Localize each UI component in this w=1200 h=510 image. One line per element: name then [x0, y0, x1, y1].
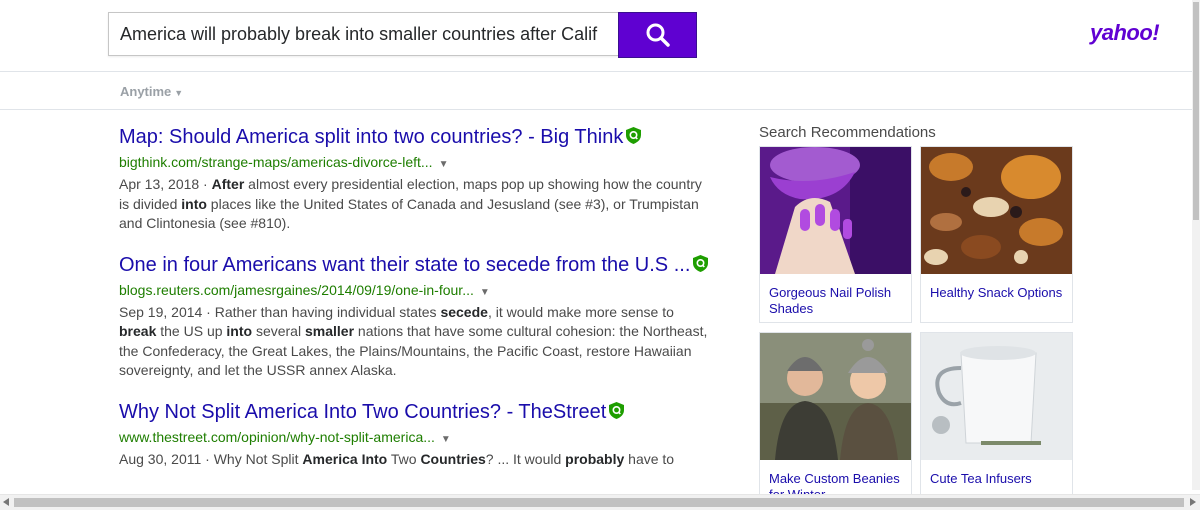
recommendations-title: Search Recommendations: [759, 124, 936, 141]
search-result: Why Not Split America Into Two Countries…: [119, 399, 709, 470]
yahoo-logo[interactable]: yahoo!: [1090, 20, 1160, 46]
vertical-scrollbar[interactable]: [1192, 0, 1200, 490]
result-url-text: bigthink.com/strange-maps/americas-divor…: [119, 154, 433, 170]
search-icon: [646, 23, 670, 47]
search-result: Map: Should America split into two count…: [119, 124, 709, 234]
result-url[interactable]: blogs.reuters.com/jamesrgaines/2014/09/1…: [119, 280, 709, 303]
chevron-down-icon[interactable]: ▼: [439, 159, 449, 170]
snippet-fragment: Countries: [420, 450, 486, 467]
snippet-fragment: into: [181, 195, 207, 212]
result-url-text: blogs.reuters.com/jamesrgaines/2014/09/1…: [119, 281, 474, 298]
chevron-down-icon[interactable]: ▼: [441, 434, 451, 445]
mixed-nuts-image: [921, 147, 1072, 274]
result-url[interactable]: bigthink.com/strange-maps/americas-divor…: [119, 152, 709, 175]
separator: ·: [201, 450, 214, 467]
time-filter-label: Anytime: [120, 84, 172, 99]
result-title-link[interactable]: Map: Should America split into two count…: [119, 124, 709, 150]
snippet-fragment: secede: [440, 303, 488, 320]
search-results: Map: Should America split into two count…: [119, 124, 709, 487]
verified-shield-icon[interactable]: [693, 254, 709, 272]
result-title-link[interactable]: Why Not Split America Into Two Countries…: [119, 399, 709, 425]
scrollbar-thumb[interactable]: [14, 498, 1184, 507]
snippet-fragment: break: [119, 323, 157, 339]
result-snippet: Apr 13, 2018 · After almost every presid…: [119, 175, 709, 234]
snippet-fragment: ? ... It would: [485, 450, 566, 467]
purple-nails-image: [760, 147, 911, 274]
recommendation-label: Cute Tea Infusers: [930, 471, 1032, 486]
recommendation-card[interactable]: Cute Tea Infusers: [920, 332, 1073, 509]
search-box[interactable]: America will probably break into smaller…: [108, 12, 618, 56]
result-snippet: Sep 19, 2014 · Rather than having indivi…: [119, 303, 709, 381]
search-input[interactable]: America will probably break into smaller…: [109, 13, 609, 55]
result-date: Apr 13, 2018: [119, 176, 200, 192]
result-title-text: One in four Americans want their state t…: [119, 253, 691, 276]
result-title-text: Why Not Split America Into Two Countries…: [119, 400, 607, 423]
header: America will probably break into smaller…: [0, 0, 1200, 72]
snippet-fragment: into: [226, 323, 253, 339]
recommendation-label: Gorgeous Nail Polish Shades: [769, 285, 892, 316]
recommendation-label: Healthy Snack Options: [930, 285, 1063, 300]
snippet-fragment: America Into: [302, 450, 388, 467]
scroll-right-arrow-icon[interactable]: [1190, 498, 1196, 506]
snippet-fragment: the US up: [156, 323, 227, 339]
filter-bar: Anytime ▼: [0, 72, 1200, 110]
result-date: Aug 30, 2011: [119, 450, 202, 467]
snippet-fragment: Why Not Split: [213, 450, 303, 467]
snippet-fragment: , it would make more sense to: [487, 303, 674, 320]
snippet-fragment: have to: [624, 450, 675, 467]
scrollbar-thumb[interactable]: [1193, 2, 1199, 220]
couple-beanies-image: [760, 333, 911, 460]
result-title-text: Map: Should America split into two count…: [119, 126, 624, 148]
snippet-fragment: places like the United States of Canada …: [119, 195, 699, 232]
result-date: Sep 19, 2014: [119, 303, 203, 320]
search-button[interactable]: [618, 12, 697, 58]
recommendation-card[interactable]: Make Custom Beanies for Winter: [759, 332, 912, 509]
snippet-fragment: smaller: [304, 323, 355, 339]
snippet-fragment: Two: [387, 450, 421, 467]
recommendation-card[interactable]: Gorgeous Nail Polish Shades: [759, 146, 912, 323]
snippet-fragment: After: [211, 176, 245, 192]
snippet-fragment: probably: [565, 450, 625, 467]
tea-mug-image: [921, 333, 1072, 460]
recommendation-card[interactable]: Healthy Snack Options: [920, 146, 1073, 323]
verified-shield-icon[interactable]: [626, 127, 642, 144]
snippet-fragment: Rather than having individual states: [214, 303, 441, 320]
time-filter-dropdown[interactable]: Anytime ▼: [120, 84, 183, 99]
result-snippet: Aug 30, 2011 · Why Not Split America Int…: [119, 450, 709, 470]
result-title-link[interactable]: One in four Americans want their state t…: [119, 252, 709, 278]
chevron-down-icon[interactable]: ▼: [480, 287, 490, 298]
chevron-down-icon: ▼: [174, 88, 184, 98]
search-result: One in four Americans want their state t…: [119, 252, 709, 381]
scroll-left-arrow-icon[interactable]: [3, 498, 9, 506]
separator: ·: [202, 303, 215, 320]
separator: ·: [199, 176, 212, 192]
result-url[interactable]: www.thestreet.com/opinion/why-not-split-…: [119, 427, 709, 450]
result-url-text: www.thestreet.com/opinion/why-not-split-…: [119, 428, 435, 445]
snippet-fragment: several: [252, 323, 305, 339]
verified-shield-icon[interactable]: [609, 401, 625, 419]
horizontal-scrollbar[interactable]: [0, 494, 1200, 510]
